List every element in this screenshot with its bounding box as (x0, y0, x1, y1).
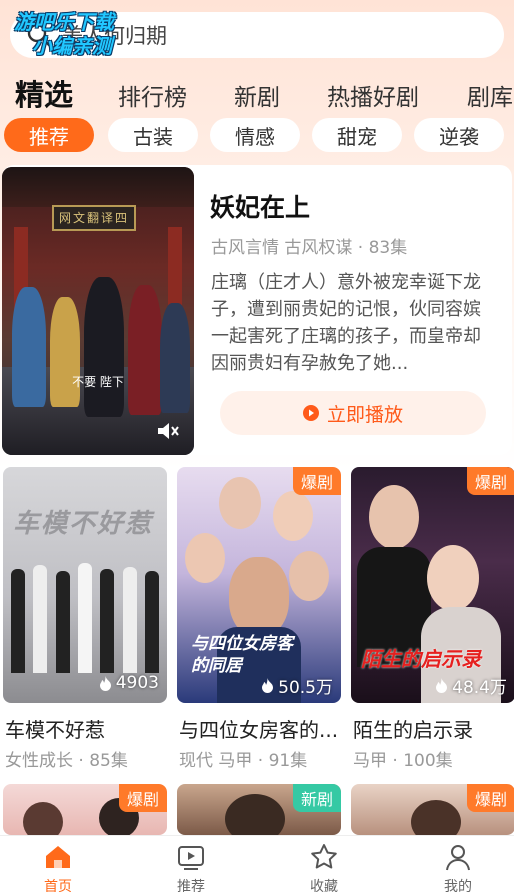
drama-meta: 现代 马甲 · 91集 (179, 751, 308, 771)
mute-icon[interactable] (154, 418, 180, 444)
drama-meta: 女性成长 · 85集 (5, 751, 128, 771)
drama-poster[interactable]: 陌生的启示录 爆剧 48.4万 (351, 467, 514, 703)
play-box-icon (178, 846, 204, 870)
tab-featured[interactable]: 精选 (15, 72, 73, 114)
main-tabs: 精选 排行榜 新剧 热播好剧 剧库 (0, 70, 514, 120)
hot-badge: 爆剧 (292, 467, 341, 495)
drama-card[interactable]: 爆剧 (3, 784, 167, 835)
play-icon (302, 405, 319, 421)
nav-favorites[interactable]: 收藏 (284, 842, 364, 892)
play-now-label: 立即播放 (326, 403, 403, 426)
category-comeback[interactable]: 逆袭 (414, 118, 504, 152)
poster-title: 车模不好惹 (13, 509, 154, 539)
hot-badge: 爆剧 (466, 784, 514, 812)
featured-title[interactable]: 妖妃在上 (210, 188, 310, 224)
drama-poster[interactable]: 爆剧 (351, 784, 514, 835)
star-icon (311, 844, 337, 869)
category-sweet[interactable]: 甜宠 (312, 118, 402, 152)
drama-card[interactable]: 陌生的启示录 爆剧 48.4万 陌生的启示录 马甲 · 100集 (351, 467, 514, 777)
view-count: 50.5万 (261, 673, 333, 698)
drama-poster[interactable]: 与四位女房客的同居 爆剧 50.5万 (177, 467, 341, 703)
view-count: 48.4万 (435, 673, 507, 698)
featured-description: 庄璃（庄才人）意外被宠幸诞下龙子，遭到丽贵妃的记恨，伙同容嫔一起害死了庄璃的孩子… (211, 272, 481, 374)
fire-icon (436, 678, 448, 693)
nav-home[interactable]: 首页 (18, 842, 98, 892)
watermark-logo: 游吧乐下载 小编亲测 (14, 10, 114, 58)
drama-card[interactable]: 新剧 (177, 784, 341, 835)
hot-badge: 爆剧 (466, 467, 514, 495)
drama-title[interactable]: 与四位女房客的... (179, 714, 338, 743)
tab-hot-dramas[interactable]: 热播好剧 (327, 78, 419, 112)
drama-poster[interactable]: 爆剧 (3, 784, 167, 835)
poster-subtitle: 不要 陛下 (72, 375, 124, 389)
poster-sign: 网文翻译四 (58, 211, 129, 225)
drama-meta: 马甲 · 100集 (353, 751, 453, 771)
poster-title: 陌生的启示录 (361, 647, 481, 671)
user-icon (446, 845, 470, 871)
category-romance[interactable]: 情感 (210, 118, 300, 152)
poster-title: 与四位女房客的同居 (191, 634, 293, 676)
category-tabs: 推荐 古装 情感 甜宠 逆袭 (0, 116, 514, 156)
drama-card[interactable]: 车模不好惹 4903 车模不好惹 女性成长 · 85集 (3, 467, 167, 777)
drama-poster[interactable]: 车模不好惹 4903 (3, 467, 167, 703)
bottom-nav: 首页 推荐 收藏 我的 (0, 835, 514, 892)
play-now-button[interactable]: 立即播放 (220, 391, 486, 435)
tab-new-dramas[interactable]: 新剧 (234, 78, 280, 112)
featured-poster[interactable]: 网文翻译四 不要 陛下 (2, 167, 194, 455)
new-badge: 新剧 (292, 784, 341, 812)
drama-title[interactable]: 陌生的启示录 (353, 714, 473, 743)
tab-library[interactable]: 剧库 (467, 78, 513, 112)
fire-icon (99, 675, 111, 691)
drama-card[interactable]: 与四位女房客的同居 爆剧 50.5万 与四位女房客的... 现代 马甲 · 91… (177, 467, 341, 777)
drama-card[interactable]: 爆剧 (351, 784, 514, 835)
home-icon (46, 846, 70, 868)
nav-recommend[interactable]: 推荐 (151, 842, 231, 892)
view-count: 4903 (99, 673, 159, 693)
category-recommend[interactable]: 推荐 (4, 118, 94, 152)
hot-badge: 爆剧 (118, 784, 167, 812)
nav-profile[interactable]: 我的 (418, 842, 498, 892)
category-costume[interactable]: 古装 (108, 118, 198, 152)
fire-icon (262, 678, 274, 693)
drama-title[interactable]: 车模不好惹 (5, 714, 105, 743)
featured-meta: 古风言情 古风权谋 · 83集 (211, 238, 408, 258)
tab-ranking[interactable]: 排行榜 (118, 78, 187, 112)
drama-poster[interactable]: 新剧 (177, 784, 341, 835)
